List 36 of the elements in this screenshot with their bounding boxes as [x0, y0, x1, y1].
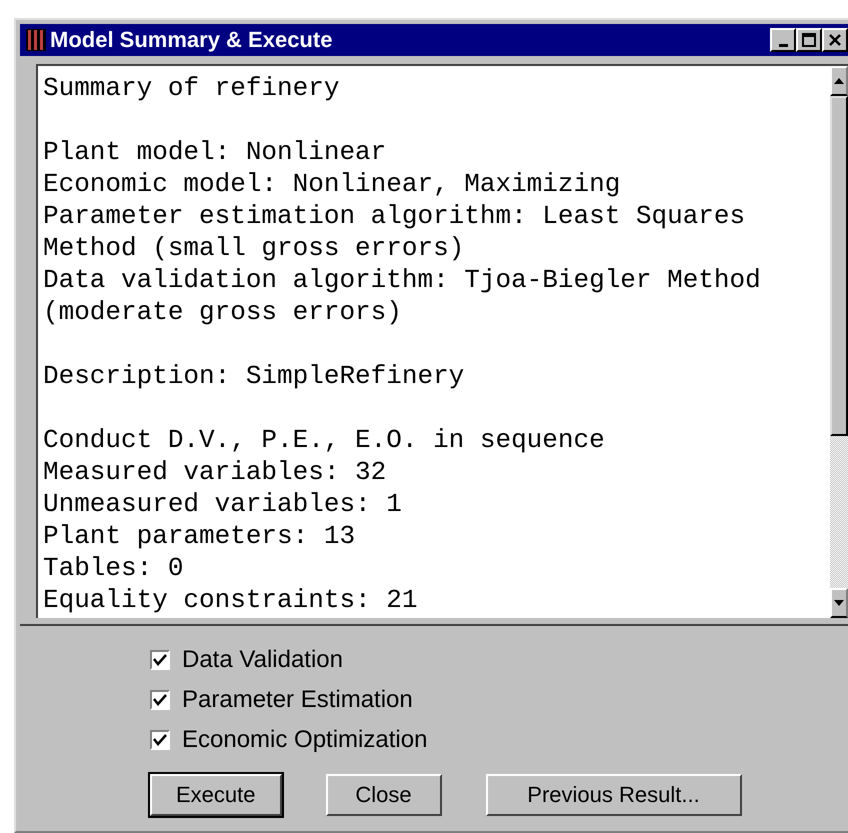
- summary-line: Summary of refinery: [43, 72, 340, 104]
- checkbox-label: Parameter Estimation: [182, 686, 413, 714]
- dialog-button[interactable]: Close: [326, 774, 442, 816]
- checkbox[interactable]: [150, 730, 170, 750]
- summary-line: Unmeasured variables: 1: [43, 488, 403, 520]
- maximize-button[interactable]: [796, 28, 822, 52]
- summary-line: Plant parameters: 13: [43, 520, 356, 552]
- checkbox[interactable]: [150, 650, 170, 670]
- summary-line: Economic model: Nonlinear, Maximizing: [43, 168, 622, 200]
- scroll-up-button[interactable]: [830, 66, 848, 96]
- dialog-button[interactable]: Execute: [150, 774, 282, 816]
- scroll-down-button[interactable]: [830, 588, 848, 618]
- summary-line: Measured variables: 32: [43, 456, 388, 488]
- summary-line: Description: SimpleRefinery: [43, 360, 466, 392]
- summary-line: Method (small gross errors): [43, 232, 466, 264]
- close-button[interactable]: [822, 28, 848, 52]
- checkbox-label: Economic Optimization: [182, 726, 428, 754]
- summary-line: (moderate gross errors): [43, 296, 403, 328]
- down-arrow-icon: [834, 600, 844, 606]
- summary-line: Conduct D.V., P.E., E.O. in sequence: [43, 424, 606, 456]
- minimize-icon: [778, 44, 788, 46]
- maximize-icon: [802, 33, 816, 47]
- summary-line: Tables: 0: [43, 552, 184, 584]
- up-arrow-icon: [834, 78, 844, 84]
- summary-line: Parameter estimation algorithm: Least Squares: [43, 200, 746, 232]
- summary-line: Plant model: Nonlinear: [43, 136, 388, 168]
- app-icon: [26, 29, 46, 51]
- window-title: Model Summary & Execute: [50, 27, 334, 53]
- summary-line: Data validation algorithm: Tjoa-Biegler Method: [43, 264, 762, 296]
- summary-line: Equality constraints: 21: [43, 584, 418, 616]
- checkbox[interactable]: [150, 690, 170, 710]
- dialog-button[interactable]: Previous Result...: [486, 774, 742, 816]
- close-icon: [828, 33, 842, 47]
- scrollbar-thumb[interactable]: [830, 96, 848, 436]
- minimize-button[interactable]: [770, 28, 796, 52]
- checkbox-label: Data Validation: [182, 646, 343, 674]
